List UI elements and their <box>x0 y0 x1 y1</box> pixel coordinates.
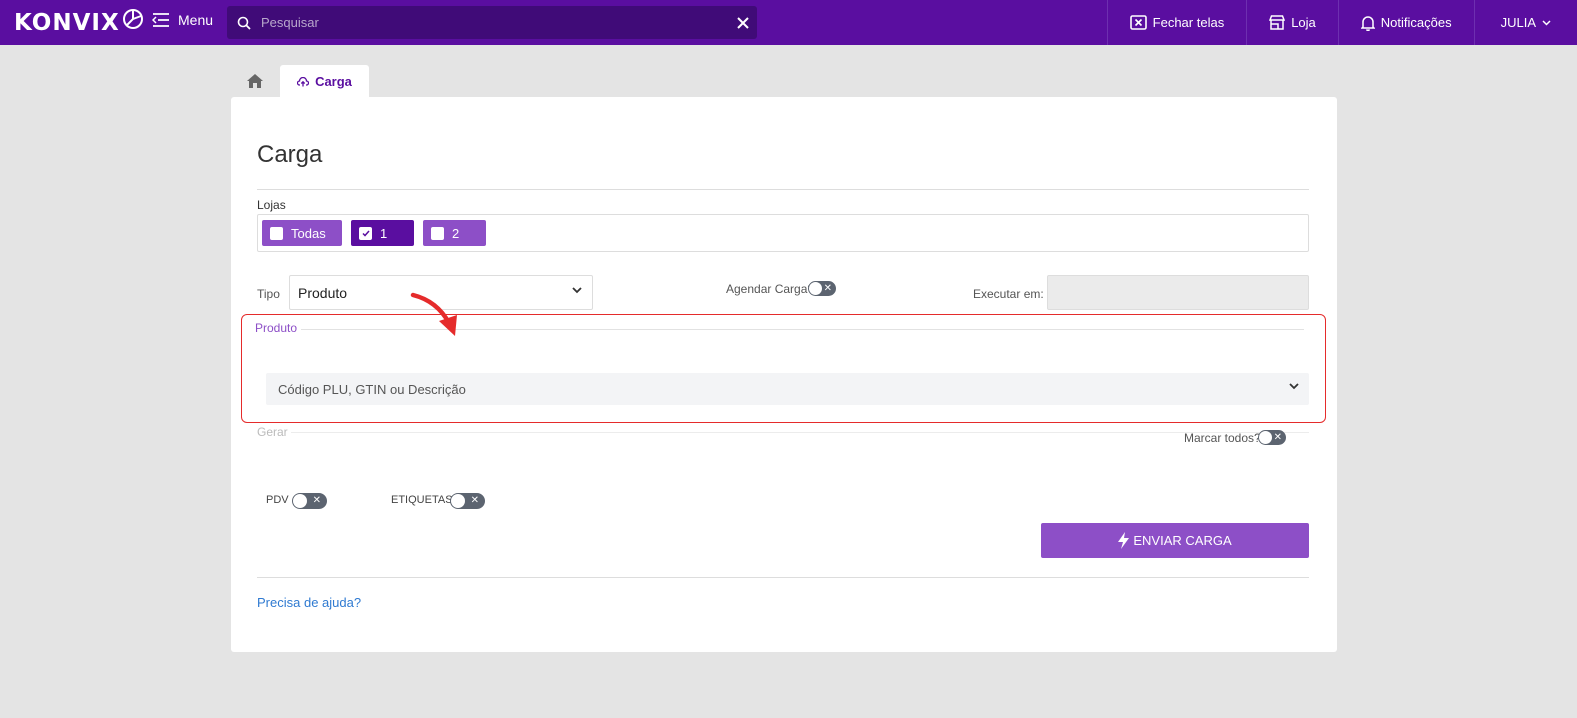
store-button[interactable]: Loja <box>1246 0 1338 45</box>
menu-label: Menu <box>178 12 214 28</box>
user-menu[interactable]: JULIA <box>1473 0 1577 45</box>
search-input[interactable] <box>261 15 737 30</box>
carga-card: Carga Lojas Todas 1 2 Tipo Produto Agend… <box>231 97 1337 652</box>
lightning-icon <box>1118 532 1130 549</box>
cloud-upload-icon <box>297 76 310 86</box>
red-arrow-annotation-icon <box>410 292 457 336</box>
toggle-off-icon: ✕ <box>312 495 321 506</box>
etiquetas-label: ETIQUETAS <box>391 494 453 506</box>
store-chip-label: 2 <box>452 225 460 241</box>
toggle-off-icon: ✕ <box>470 495 479 506</box>
logo-mark-icon <box>122 9 143 29</box>
store-chip-1[interactable]: 1 <box>351 220 414 246</box>
checkbox-checked[interactable] <box>359 226 372 240</box>
close-screens-label: Fechar telas <box>1152 15 1225 30</box>
tab-carga-label: Carga <box>315 74 352 89</box>
toggle-off-icon: ✕ <box>823 283 832 294</box>
produto-legend: Produto <box>255 321 298 335</box>
close-window-icon <box>1129 15 1147 30</box>
menu-icon <box>152 13 169 27</box>
home-icon <box>247 74 263 88</box>
top-right-actions: Fechar telas Loja Notificações JULIA <box>1106 0 1577 45</box>
store-icon <box>1269 15 1286 30</box>
etiquetas-toggle[interactable]: ✕ <box>450 493 485 509</box>
notifications-label: Notificações <box>1380 15 1452 30</box>
toggle-knob <box>1259 431 1272 444</box>
search-bar <box>227 6 757 39</box>
toggle-knob <box>451 494 465 508</box>
lojas-label: Lojas <box>257 198 286 212</box>
tipo-label: Tipo <box>257 287 280 301</box>
tab-carga[interactable]: Carga <box>280 65 369 98</box>
gerar-divider <box>291 432 1309 433</box>
marcar-todos-label: Marcar todos? <box>1184 431 1261 445</box>
marcar-todos-toggle[interactable]: ✕ <box>1258 430 1286 445</box>
executar-em-label: Executar em: <box>973 287 1044 301</box>
enviar-carga-button[interactable]: ENVIAR CARGA <box>1041 523 1309 558</box>
toggle-knob <box>809 282 822 295</box>
chevron-down-icon <box>1542 19 1551 26</box>
konvix-logo[interactable]: KONVIX <box>14 9 144 37</box>
pdv-label: PDV <box>266 494 289 506</box>
bell-icon <box>1360 15 1375 31</box>
checkbox-unchecked[interactable] <box>431 226 444 240</box>
produto-search-select[interactable]: Código PLU, GTIN ou Descrição <box>266 373 1309 405</box>
check-icon <box>361 230 370 237</box>
clear-search-icon[interactable] <box>737 16 749 29</box>
produto-placeholder: Código PLU, GTIN ou Descrição <box>278 381 466 397</box>
gerar-legend: Gerar <box>257 425 288 439</box>
executar-em-input <box>1047 275 1309 310</box>
logo-text: KONVIX <box>14 10 120 36</box>
menu-button[interactable]: Menu <box>152 12 213 28</box>
page-title: Carga <box>257 141 323 168</box>
close-screens-button[interactable]: Fechar telas <box>1106 0 1247 45</box>
divider <box>257 189 1309 190</box>
home-tab[interactable] <box>238 66 272 96</box>
toggle-knob <box>293 494 307 508</box>
lojas-selector: Todas 1 2 <box>257 214 1309 252</box>
agendar-carga-toggle[interactable]: ✕ <box>808 281 836 296</box>
highlight-box <box>241 314 1326 423</box>
divider <box>257 577 1309 578</box>
pdv-toggle[interactable]: ✕ <box>292 493 327 509</box>
notifications-button[interactable]: Notificações <box>1337 0 1474 45</box>
chevron-down-icon <box>572 287 582 294</box>
store-chip-todas[interactable]: Todas <box>262 220 342 246</box>
top-navbar: KONVIX Menu Fechar telas <box>0 0 1577 45</box>
store-chip-label: 1 <box>380 225 388 241</box>
store-chip-label: Todas <box>291 225 326 241</box>
enviar-carga-label: ENVIAR CARGA <box>1133 533 1232 548</box>
user-name: JULIA <box>1500 15 1536 30</box>
store-chip-2[interactable]: 2 <box>423 220 486 246</box>
chevron-down-icon <box>1289 383 1299 390</box>
toggle-off-icon: ✕ <box>1273 432 1282 443</box>
tipo-value: Produto <box>298 284 348 301</box>
agendar-carga-label: Agendar Carga? <box>726 282 815 296</box>
checkbox-unchecked[interactable] <box>270 226 283 240</box>
help-link[interactable]: Precisa de ajuda? <box>257 595 361 610</box>
search-icon <box>237 16 251 30</box>
store-label: Loja <box>1291 15 1316 30</box>
